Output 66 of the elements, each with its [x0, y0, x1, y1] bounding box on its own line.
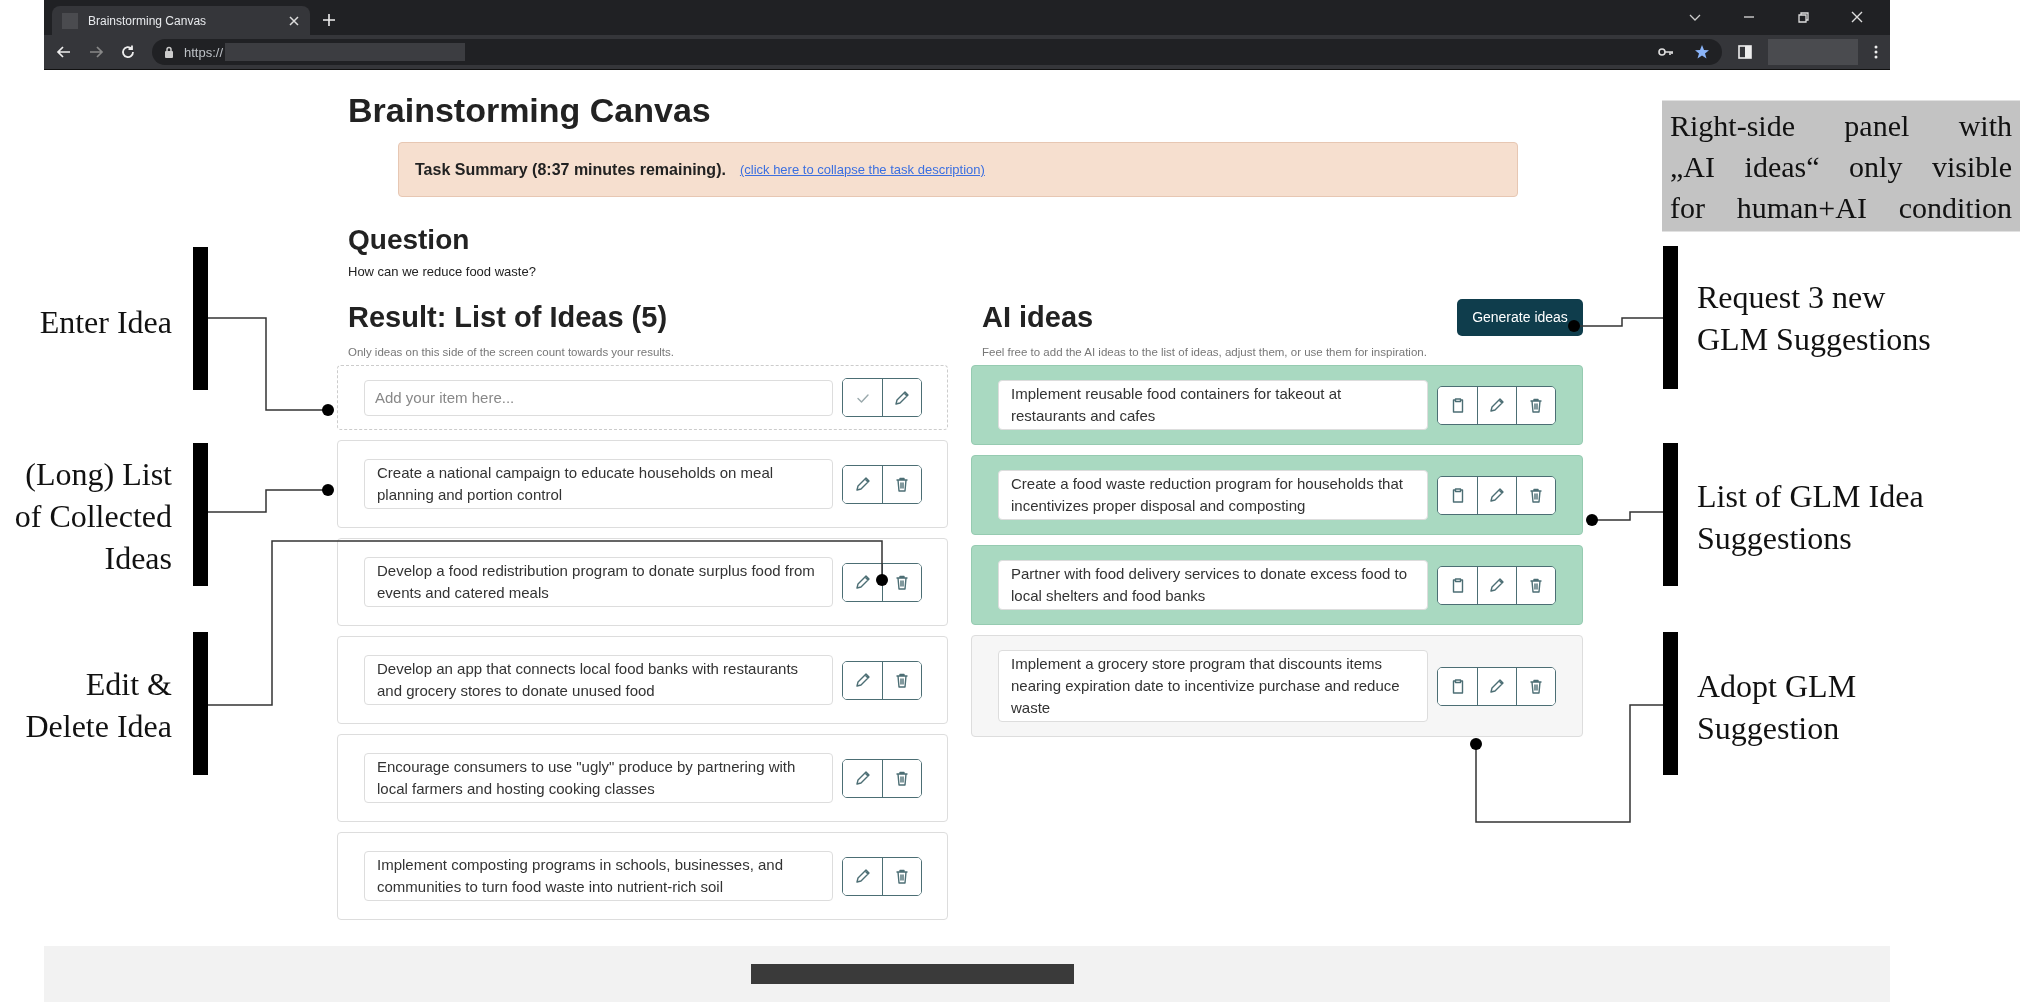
- forward-arrow-icon[interactable]: [88, 44, 104, 60]
- idea-text-field[interactable]: Develop a food redistribution program to donate surplus food from events and catered meals: [364, 557, 833, 607]
- side-panel-icon[interactable]: [1738, 45, 1752, 59]
- close-icon[interactable]: [1850, 10, 1864, 24]
- star-icon[interactable]: [1694, 44, 1710, 60]
- idea-text-field[interactable]: Implement reusable food containers for takeout at restaurants and cafes: [998, 380, 1428, 430]
- annotation-note: Right-side panel with „AI ideas“ only visible for human+AI condition: [1662, 100, 2020, 232]
- idea-text-field[interactable]: Develop an app that connects local food banks with restaurants and grocery stores to donate unused food: [364, 655, 833, 705]
- idea-text-field[interactable]: Create a food waste reduction program for households that incentivizes proper disposal and composting: [998, 470, 1428, 520]
- annotation-label: Adopt GLM Suggestion: [1697, 667, 1858, 748]
- annotation-label: Request 3 new GLM Suggestions: [1697, 278, 1932, 359]
- annotation-label: (Long) List of Collected Ideas: [13, 455, 172, 578]
- pencil-icon: [1488, 677, 1506, 695]
- adopt-button[interactable]: [1438, 667, 1477, 705]
- annotation-label: Enter Idea: [38, 303, 172, 342]
- idea-text-field[interactable]: Partner with food delivery services to donate excess food to local shelters and food banks: [998, 560, 1428, 610]
- question-heading: Question: [348, 224, 471, 256]
- browser-tab[interactable]: Brainstorming Canvas: [52, 6, 310, 35]
- trash-icon: [1527, 486, 1545, 504]
- trash-icon: [1527, 396, 1545, 414]
- new-tab-icon[interactable]: [322, 13, 336, 27]
- section-heading: Result: List of Ideas (5): [348, 300, 668, 334]
- question-text: How can we reduce food waste?: [348, 263, 537, 281]
- restore-icon[interactable]: [1796, 10, 1810, 24]
- page-title: Brainstorming Canvas: [347, 90, 711, 130]
- lock-icon: [164, 46, 174, 58]
- close-icon[interactable]: [288, 14, 300, 27]
- section-heading: AI ideas: [982, 300, 1094, 334]
- hint-text: Only ideas on this side of the screen count towards your results.: [347, 345, 675, 359]
- pencil-icon: [853, 769, 872, 787]
- trash-icon: [893, 573, 911, 591]
- pencil-icon: [853, 573, 872, 591]
- pencil-icon: [1488, 396, 1506, 414]
- trash-icon: [1527, 677, 1545, 695]
- idea-text-field[interactable]: Implement a grocery store program that discounts items nearing expiration date to incentivize purchase and reduce waste: [998, 650, 1428, 722]
- trash-icon: [893, 867, 911, 885]
- back-arrow-icon[interactable]: [56, 44, 72, 60]
- adopt-button[interactable]: [1438, 566, 1477, 604]
- reload-icon[interactable]: [120, 44, 136, 60]
- collapse-link[interactable]: (click here to collapse the task description): [739, 162, 985, 177]
- adopt-button[interactable]: [1438, 476, 1477, 514]
- pencil-icon: [853, 671, 872, 689]
- tab-title: Brainstorming Canvas: [88, 13, 208, 28]
- idea-text-field[interactable]: Implement composting programs in schools, businesses, and communities to turn food waste into nutrient-rich soil: [364, 851, 833, 901]
- adopt-button[interactable]: [1438, 386, 1477, 424]
- idea-text-field[interactable]: Create a national campaign to educate households on meal planning and portion control: [364, 459, 833, 509]
- url-text: https://: [184, 44, 224, 60]
- pencil-icon: [853, 867, 872, 885]
- hint-text: Feel free to add the AI ideas to the list of ideas, adjust them, or use them for inspiration.: [981, 345, 1428, 359]
- trash-icon: [893, 769, 911, 787]
- more-options-icon[interactable]: [1874, 45, 1878, 59]
- pencil-icon: [1488, 576, 1506, 594]
- pencil-icon: [853, 475, 872, 493]
- key-icon[interactable]: [1658, 47, 1674, 57]
- generate-ideas-button[interactable]: Generate ideas: [1457, 298, 1583, 336]
- trash-icon: [893, 671, 911, 689]
- annotation-label: List of GLM Idea Suggestions: [1697, 477, 1925, 558]
- pencil-icon: [1488, 486, 1506, 504]
- annotation-label: Edit & Delete Idea: [24, 665, 172, 746]
- trash-icon: [1527, 576, 1545, 594]
- idea-text-field[interactable]: Encourage consumers to use "ugly" produce by partnering with local farmers and hosting cooking classes: [364, 753, 833, 803]
- task-summary-text: Task Summary (8:37 minutes remaining).: [415, 160, 726, 179]
- trash-icon: [893, 475, 911, 493]
- address-field[interactable]: https://: [152, 39, 1722, 65]
- idea-input-field[interactable]: Add your item here...: [364, 379, 833, 416]
- delete-button[interactable]: [882, 563, 921, 601]
